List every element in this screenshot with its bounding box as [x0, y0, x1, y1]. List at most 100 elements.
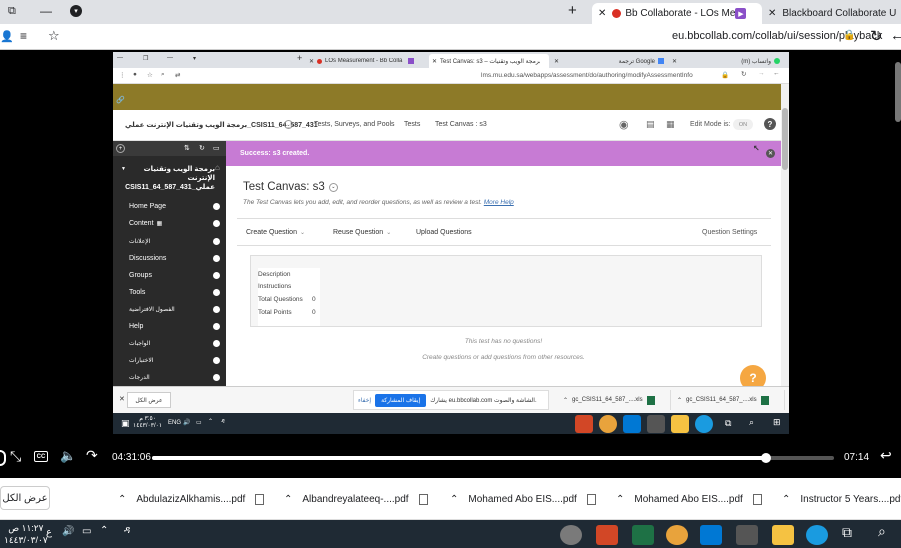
download-item[interactable]: ⌃ gc_CSIS11_64_587_....xls	[559, 390, 671, 410]
progress-knob[interactable]	[760, 453, 771, 463]
network-icon[interactable]: ▭	[196, 419, 202, 426]
menu-dots-icon[interactable]: ⋮	[119, 71, 126, 79]
task-view-icon[interactable]: ⧉	[842, 524, 852, 541]
window-menu-icon[interactable]: ⧉	[8, 5, 16, 18]
inner-new-tab-icon[interactable]: +	[297, 53, 302, 63]
inner-tab[interactable]: ✕ (m) واتساب	[669, 54, 783, 68]
powerpoint-icon[interactable]	[575, 415, 593, 433]
star-icon[interactable]: ☆	[48, 28, 60, 44]
eye-icon[interactable]: ◉	[619, 118, 629, 131]
network-icon[interactable]: ▭	[82, 526, 91, 537]
progress-track[interactable]	[152, 453, 834, 463]
create-question-button[interactable]: Create Question ⌄	[246, 229, 305, 236]
volume-icon[interactable]: 🔊	[62, 526, 74, 537]
home-icon[interactable]: ⌂	[215, 163, 220, 172]
language-indicator[interactable]: ع	[46, 527, 52, 538]
download-item[interactable]: ⌃ Mohamed Abo EIS....pdf	[450, 486, 600, 512]
collapse-icon[interactable]: ▼	[121, 166, 126, 172]
course-title[interactable]: برمجة الويب وتقنيات الإنترنت عملي_CSIS11…	[125, 165, 215, 192]
breadcrumb-item[interactable]: Tests	[404, 121, 420, 128]
chrome-icon[interactable]	[666, 525, 688, 545]
sidebar-item-help[interactable]: Help	[129, 319, 224, 333]
translate-icon[interactable]: ⇄	[175, 71, 180, 79]
download-item[interactable]: ⌃ AbdulazizAlkhamis....pdf	[118, 486, 268, 512]
inner-tab[interactable]: ✕ ترجمة Google	[551, 54, 667, 68]
notification-icon[interactable]: ▣	[121, 418, 130, 429]
reload-icon[interactable]: ↻	[741, 70, 746, 78]
close-tab-icon[interactable]: ✕	[768, 8, 776, 19]
inner-tab-search-icon[interactable]: ▾	[193, 55, 196, 62]
edge-icon[interactable]	[695, 415, 713, 433]
inner-minimize-icon[interactable]: —	[167, 55, 173, 61]
close-tab-icon[interactable]: ✕	[432, 58, 437, 65]
profile-icon[interactable]: ●	[133, 71, 137, 78]
outer-tab-active[interactable]: ✕ Bb Collaborate - LOs Measure ▶	[592, 3, 762, 24]
search-icon[interactable]: ⌕	[878, 523, 886, 540]
file-explorer-icon[interactable]	[671, 415, 689, 433]
chevron-up-icon[interactable]: ⌃	[118, 494, 126, 505]
add-menu-item-icon[interactable]: +	[116, 144, 125, 153]
close-icon[interactable]: ✕	[119, 395, 125, 403]
sidebar-item-announcements[interactable]: الإعلانات	[129, 234, 224, 248]
chevron-up-icon[interactable]: ⌃	[100, 525, 108, 536]
chevron-up-icon[interactable]: ⌃	[782, 494, 790, 505]
hide-button[interactable]: إخفاء	[358, 397, 371, 404]
stop-sharing-button[interactable]: إيقاف المشاركة	[375, 393, 427, 407]
show-all-button[interactable]: عرض الكل	[127, 392, 171, 408]
close-icon[interactable]: ✕	[766, 149, 775, 158]
sidebar-item-grades[interactable]: الدرجات	[129, 370, 224, 384]
inner-scrollbar[interactable]	[781, 84, 789, 386]
chevron-up-icon[interactable]: ⌃	[284, 494, 292, 505]
store-icon[interactable]	[647, 415, 665, 433]
snipping-tool-icon[interactable]	[560, 525, 582, 545]
sidebar-item-assignments[interactable]: الواجبات	[129, 336, 224, 350]
help-icon[interactable]: ?	[764, 118, 776, 130]
play-button-icon[interactable]	[0, 450, 6, 466]
chevron-up-icon[interactable]: ⌃	[616, 494, 624, 505]
breadcrumb-item[interactable]: Tests, Surveys, and Pools	[314, 121, 395, 128]
sidebar-item-tools[interactable]: Tools	[129, 285, 224, 299]
inner-clock[interactable]: ٣:٥٠ م ١٤٤٣/٠٣/٠١	[133, 416, 162, 430]
download-item[interactable]: ⌃ Mohamed Abo EIS....pdf	[616, 486, 766, 512]
edit-mode-toggle[interactable]: ON	[733, 119, 753, 130]
sidebar-item-home[interactable]: Home Page	[129, 199, 224, 213]
edge-icon[interactable]	[806, 525, 828, 545]
captions-icon[interactable]: CC	[34, 451, 48, 462]
inner-tab-active[interactable]: ✕ Test Canvas: s3 – برمجة الويب وتقنيات	[429, 54, 549, 68]
people-icon[interactable]: ዳ	[221, 419, 225, 426]
close-tab-icon[interactable]: ✕	[309, 58, 314, 65]
back-icon[interactable]: ←	[890, 27, 901, 44]
outer-clock[interactable]: ١١:٢٧ ص ١٤٤٣/٠٣/٠٧	[4, 522, 48, 546]
refresh-icon[interactable]: ↻	[199, 144, 205, 152]
powerpoint-icon[interactable]	[596, 525, 618, 545]
chevron-up-icon[interactable]: ⌃	[208, 418, 213, 425]
close-tab-icon[interactable]: ✕	[554, 58, 559, 65]
search-icon[interactable]: ⌕	[161, 71, 165, 79]
forward-icon[interactable]: →	[758, 70, 765, 77]
close-tab-icon[interactable]: ✕	[598, 8, 606, 19]
volume-icon[interactable]: 🔈	[60, 448, 76, 464]
download-item[interactable]: ⌃ Instructor 5 Years....pdf	[782, 486, 901, 512]
reading-list-icon[interactable]: ≡	[20, 29, 27, 43]
language-indicator[interactable]: ENG	[168, 420, 181, 426]
close-tab-icon[interactable]: ✕	[672, 58, 677, 65]
sidebar-item-groups[interactable]: Groups	[129, 268, 224, 282]
scroll-thumb[interactable]	[782, 108, 788, 170]
outer-scrollbar[interactable]	[895, 62, 901, 122]
lock-icon[interactable]: 🔒	[721, 71, 729, 79]
chevron-down-icon[interactable]: ⌄	[284, 120, 293, 129]
people-icon[interactable]: ዳ	[124, 525, 130, 536]
mail-icon[interactable]	[623, 415, 641, 433]
new-tab-icon[interactable]: +	[568, 2, 577, 19]
sidebar-item-discussions[interactable]: Discussions	[129, 251, 224, 265]
profile-icon[interactable]: 👤	[0, 30, 14, 43]
show-all-button[interactable]: عرض الكل	[0, 486, 50, 510]
mail-icon[interactable]	[700, 525, 722, 545]
list-icon[interactable]: ▦	[666, 119, 675, 130]
sidebar-item-content[interactable]: Content ▦	[129, 216, 224, 230]
question-settings-button[interactable]: Question Settings	[702, 229, 757, 236]
clipboard-icon[interactable]: ▤	[646, 119, 655, 130]
file-explorer-icon[interactable]	[772, 525, 794, 545]
lock-icon[interactable]: 🔒	[843, 30, 855, 41]
excel-icon[interactable]	[632, 525, 654, 545]
